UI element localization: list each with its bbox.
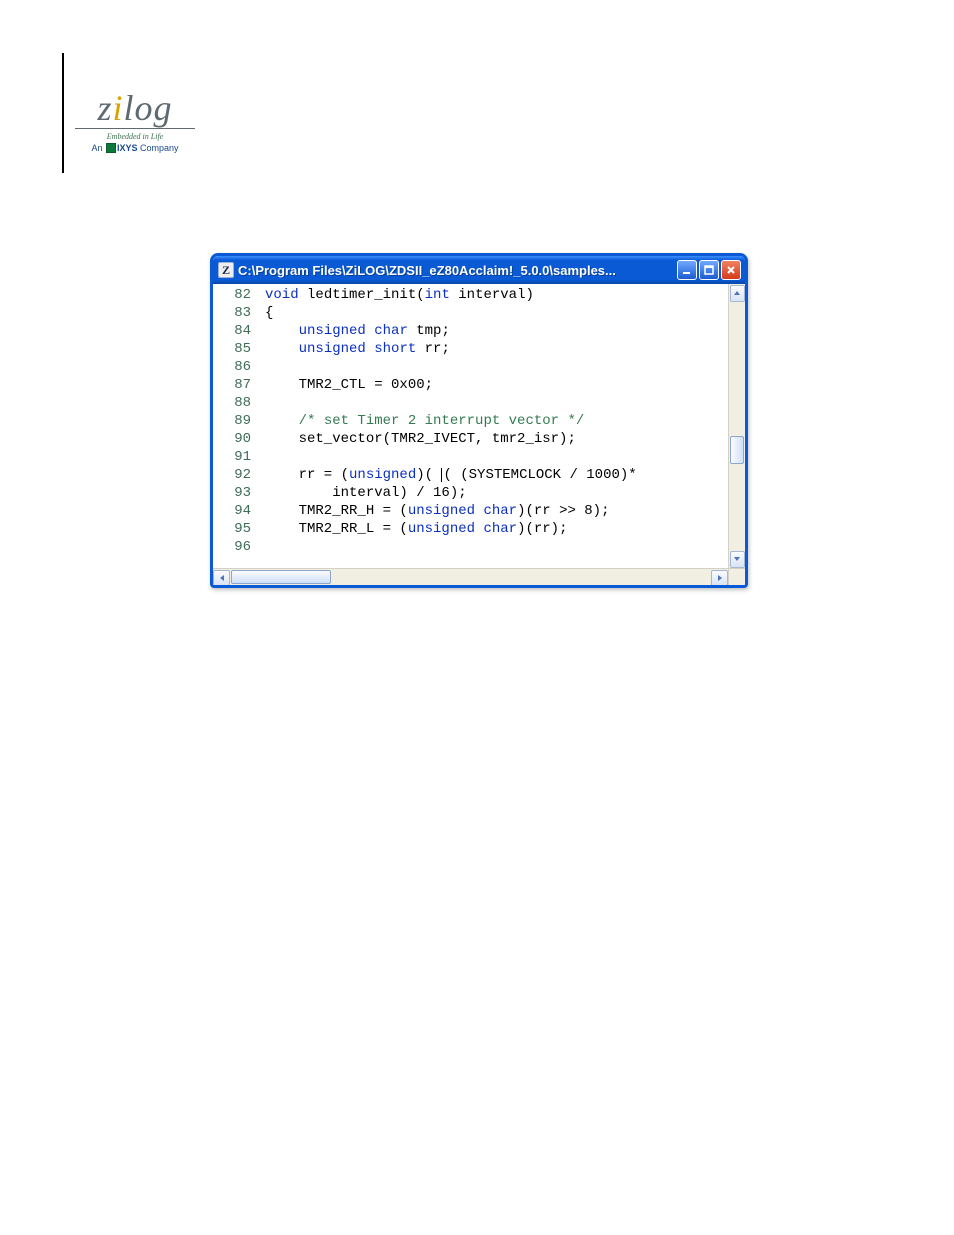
logo-divider (75, 128, 195, 129)
code-line[interactable]: 82void ledtimer_init(int interval) (215, 286, 745, 304)
window-titlebar[interactable]: Z C:\Program Files\ZiLOG\ZDSII_eZ80Accla… (213, 256, 745, 284)
line-source[interactable]: TMR2_RR_H = (unsigned char)(rr >> 8); (265, 502, 609, 520)
code-line[interactable]: 96 (215, 538, 745, 556)
line-source[interactable]: unsigned char tmp; (265, 322, 450, 340)
line-number: 90 (215, 430, 265, 448)
line-number: 93 (215, 484, 265, 502)
minimize-icon (682, 265, 692, 275)
logo-wordmark: zilog (70, 90, 200, 126)
resize-grip[interactable] (728, 568, 745, 585)
code-line[interactable]: 93 interval) / 16); (215, 484, 745, 502)
text-caret (441, 468, 442, 482)
code-line[interactable]: 89 /* set Timer 2 interrupt vector */ (215, 412, 745, 430)
line-number: 85 (215, 340, 265, 358)
chevron-down-icon (733, 555, 741, 563)
maximize-icon (704, 265, 714, 275)
code-line[interactable]: 95 TMR2_RR_L = (unsigned char)(rr); (215, 520, 745, 538)
vertical-scroll-thumb[interactable] (730, 436, 744, 464)
scroll-right-button[interactable] (711, 570, 728, 586)
close-icon (726, 265, 736, 275)
window-title: C:\Program Files\ZiLOG\ZDSII_eZ80Acclaim… (238, 263, 675, 278)
code-line[interactable]: 87 TMR2_CTL = 0x00; (215, 376, 745, 394)
line-number: 92 (215, 466, 265, 484)
code-line[interactable]: 88 (215, 394, 745, 412)
chevron-left-icon (218, 574, 226, 582)
code-line[interactable]: 92 rr = (unsigned)( ( (SYSTEMCLOCK / 100… (215, 466, 745, 484)
code-line[interactable]: 83{ (215, 304, 745, 322)
scroll-left-button[interactable] (213, 570, 230, 586)
line-source[interactable]: rr = (unsigned)( ( (SYSTEMCLOCK / 1000)* (265, 466, 637, 484)
close-button[interactable] (721, 260, 741, 280)
left-margin-line (62, 53, 64, 173)
scroll-up-button[interactable] (730, 285, 745, 302)
zilog-logo: zilog Embedded in Life An IXYS Company (70, 90, 200, 154)
logo-tagline-2: An IXYS Company (70, 143, 200, 154)
line-number: 95 (215, 520, 265, 538)
line-number: 87 (215, 376, 265, 394)
line-number: 89 (215, 412, 265, 430)
horizontal-scrollbar[interactable] (213, 568, 728, 585)
chevron-up-icon (733, 289, 741, 297)
line-source[interactable]: unsigned short rr; (265, 340, 450, 358)
code-editor-viewport[interactable]: 82void ledtimer_init(int interval)83{84 … (213, 284, 745, 568)
code-line[interactable]: 90 set_vector(TMR2_IVECT, tmr2_isr); (215, 430, 745, 448)
code-line[interactable]: 84 unsigned char tmp; (215, 322, 745, 340)
scroll-down-button[interactable] (730, 551, 745, 568)
line-number: 94 (215, 502, 265, 520)
code-line[interactable]: 91 (215, 448, 745, 466)
line-source[interactable]: interval) / 16); (265, 484, 467, 502)
line-number: 83 (215, 304, 265, 322)
line-number: 86 (215, 358, 265, 376)
line-number: 84 (215, 322, 265, 340)
vertical-scrollbar[interactable] (728, 284, 745, 568)
line-source[interactable]: set_vector(TMR2_IVECT, tmr2_isr); (265, 430, 576, 448)
horizontal-scroll-thumb[interactable] (231, 570, 331, 584)
code-lines[interactable]: 82void ledtimer_init(int interval)83{84 … (213, 284, 745, 558)
app-icon: Z (218, 262, 234, 278)
line-source[interactable]: { (265, 304, 273, 322)
line-source[interactable]: void ledtimer_init(int interval) (265, 286, 534, 304)
line-source[interactable]: /* set Timer 2 interrupt vector */ (265, 412, 584, 430)
chevron-right-icon (716, 574, 724, 582)
line-number: 91 (215, 448, 265, 466)
code-line[interactable]: 86 (215, 358, 745, 376)
ixys-square-icon (106, 143, 116, 153)
code-line[interactable]: 85 unsigned short rr; (215, 340, 745, 358)
line-number: 82 (215, 286, 265, 304)
line-number: 88 (215, 394, 265, 412)
line-source[interactable]: TMR2_RR_L = (unsigned char)(rr); (265, 520, 567, 538)
line-source[interactable]: TMR2_CTL = 0x00; (265, 376, 433, 394)
minimize-button[interactable] (677, 260, 697, 280)
code-editor-window: Z C:\Program Files\ZiLOG\ZDSII_eZ80Accla… (210, 253, 748, 588)
logo-tagline-1: Embedded in Life (70, 132, 200, 141)
line-number: 96 (215, 538, 265, 556)
maximize-button[interactable] (699, 260, 719, 280)
code-line[interactable]: 94 TMR2_RR_H = (unsigned char)(rr >> 8); (215, 502, 745, 520)
